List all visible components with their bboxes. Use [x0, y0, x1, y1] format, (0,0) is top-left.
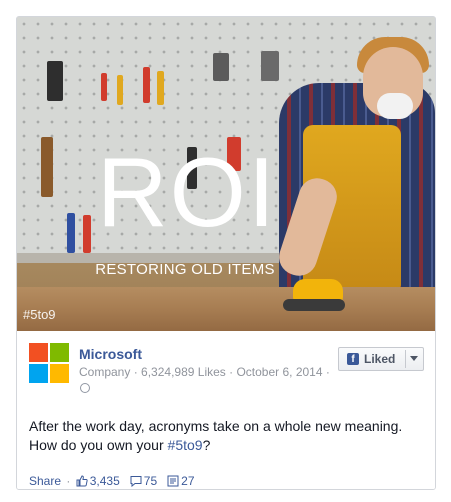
shares-count-link[interactable]: 27 — [167, 473, 195, 489]
tool-decoration — [67, 213, 75, 253]
share-link[interactable]: Share — [29, 474, 61, 488]
post-photo[interactable]: ROI RESTORING OLD ITEMS #5to9 — [17, 17, 435, 331]
logo-red-square — [29, 343, 48, 362]
tool-decoration — [261, 51, 279, 81]
tool-decoration — [101, 73, 107, 101]
liked-label: Liked — [364, 352, 396, 366]
microsoft-logo-icon[interactable] — [29, 343, 69, 383]
dust-mask — [377, 93, 413, 119]
post-message-prefix: How do you own your — [29, 437, 168, 453]
likes-count-link[interactable]: 3,435 — [76, 473, 123, 489]
tool-decoration — [213, 53, 229, 81]
post-date-link[interactable]: October 6, 2014 — [236, 365, 322, 379]
likes-count: 3,435 — [89, 474, 120, 489]
page-category: Company — [79, 365, 131, 379]
post-message: After the work day, acronyms take on a w… — [29, 417, 425, 455]
meta-separator: · — [229, 365, 234, 379]
post-card: ROI RESTORING OLD ITEMS #5to9 Microsoft … — [16, 16, 436, 490]
tool-decoration — [143, 67, 150, 103]
image-hashtag: #5to9 — [23, 307, 56, 322]
post-hashtag-link[interactable]: #5to9 — [168, 437, 203, 453]
tool-decoration — [117, 75, 123, 105]
chevron-down-icon[interactable] — [410, 356, 418, 361]
tool-decoration — [47, 61, 63, 101]
page-name-link[interactable]: Microsoft — [79, 346, 142, 362]
meta-separator: · — [133, 365, 138, 379]
logo-yellow-square — [50, 364, 69, 383]
facebook-icon: f — [347, 353, 359, 365]
button-divider — [405, 350, 406, 368]
globe-icon — [80, 383, 90, 393]
image-title: ROI — [96, 137, 278, 247]
image-subtitle: RESTORING OLD ITEMS — [95, 261, 275, 278]
post-message-suffix: ? — [202, 437, 211, 453]
action-separator: · — [66, 473, 71, 488]
share-icon — [167, 475, 179, 487]
sander-base — [283, 299, 345, 311]
comments-count: 75 — [143, 474, 158, 489]
shares-count: 27 — [181, 474, 195, 489]
liked-button[interactable]: f Liked — [338, 347, 424, 371]
page-likes: 6,324,989 Likes — [141, 365, 226, 379]
post-info: Microsoft Company · 6,324,989 Likes · Oc… — [17, 331, 435, 489]
workbench — [17, 287, 435, 331]
logo-blue-square — [29, 364, 48, 383]
post-message-line-1: After the work day, acronyms take on a w… — [29, 418, 403, 434]
logo-green-square — [50, 343, 69, 362]
page-meta: Company · 6,324,989 Likes · October 6, 2… — [79, 365, 330, 379]
tool-decoration — [157, 71, 164, 105]
meta-separator: · — [325, 365, 330, 379]
tool-decoration — [41, 137, 53, 197]
post-message-line-2: How do you own your #5to9? — [29, 436, 425, 455]
comments-count-link[interactable]: 75 — [130, 473, 161, 489]
thumbs-up-icon — [76, 475, 88, 487]
post-actions: Share · 3,435 75 27 — [29, 473, 195, 488]
comment-icon — [130, 476, 142, 488]
